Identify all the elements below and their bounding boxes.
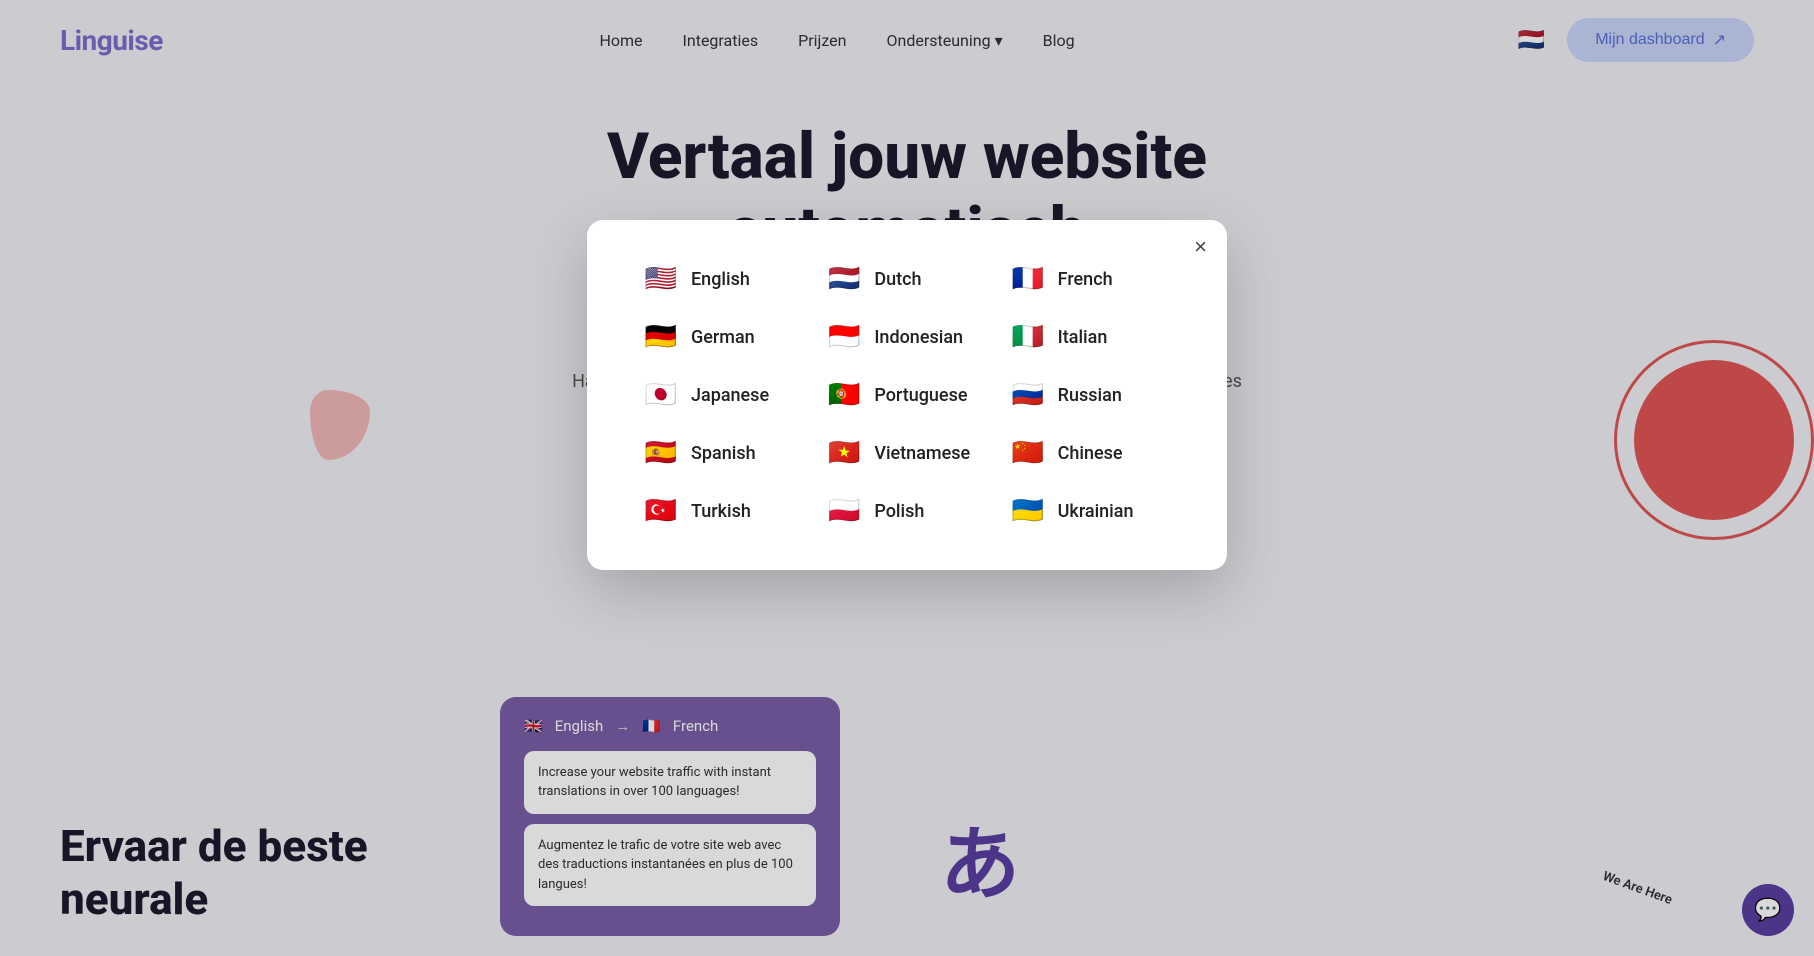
close-button[interactable]: × [1194, 236, 1207, 258]
dutch-label: Dutch [874, 269, 921, 290]
polish-label: Polish [874, 501, 924, 522]
chinese-flag: 🇨🇳 [1010, 438, 1046, 468]
spanish-label: Spanish [691, 443, 756, 464]
lang-item-spanish[interactable]: 🇪🇸 Spanish [637, 434, 810, 472]
english-flag: 🇺🇸 [643, 264, 679, 294]
lang-item-german[interactable]: 🇩🇪 German [637, 318, 810, 356]
german-label: German [691, 327, 755, 348]
turkish-label: Turkish [691, 501, 751, 522]
lang-item-russian[interactable]: 🇷🇺 Russian [1004, 376, 1177, 414]
ukrainian-flag: 🇺🇦 [1010, 496, 1046, 526]
lang-item-portuguese[interactable]: 🇵🇹 Portuguese [820, 376, 993, 414]
russian-label: Russian [1058, 385, 1122, 406]
portuguese-label: Portuguese [874, 385, 967, 406]
japanese-flag: 🇯🇵 [643, 380, 679, 410]
polish-flag: 🇵🇱 [826, 496, 862, 526]
lang-item-italian[interactable]: 🇮🇹 Italian [1004, 318, 1177, 356]
vietnamese-flag: 🇻🇳 [826, 438, 862, 468]
lang-item-dutch[interactable]: 🇳🇱 Dutch [820, 260, 993, 298]
lang-item-turkish[interactable]: 🇹🇷 Turkish [637, 492, 810, 530]
russian-flag: 🇷🇺 [1010, 380, 1046, 410]
lang-item-french[interactable]: 🇫🇷 French [1004, 260, 1177, 298]
german-flag: 🇩🇪 [643, 322, 679, 352]
english-label: English [691, 269, 750, 290]
portuguese-flag: 🇵🇹 [826, 380, 862, 410]
lang-item-english[interactable]: 🇺🇸 English [637, 260, 810, 298]
spanish-flag: 🇪🇸 [643, 438, 679, 468]
lang-item-polish[interactable]: 🇵🇱 Polish [820, 492, 993, 530]
italian-flag: 🇮🇹 [1010, 322, 1046, 352]
vietnamese-label: Vietnamese [874, 443, 970, 464]
japanese-label: Japanese [691, 385, 769, 406]
lang-item-vietnamese[interactable]: 🇻🇳 Vietnamese [820, 434, 993, 472]
indonesian-flag: 🇮🇩 [826, 322, 862, 352]
ukrainian-label: Ukrainian [1058, 501, 1134, 522]
lang-item-ukrainian[interactable]: 🇺🇦 Ukrainian [1004, 492, 1177, 530]
french-label: French [1058, 269, 1113, 290]
italian-label: Italian [1058, 327, 1108, 348]
lang-item-chinese[interactable]: 🇨🇳 Chinese [1004, 434, 1177, 472]
french-flag: 🇫🇷 [1010, 264, 1046, 294]
indonesian-label: Indonesian [874, 327, 963, 348]
lang-item-japanese[interactable]: 🇯🇵 Japanese [637, 376, 810, 414]
language-grid: 🇺🇸 English 🇳🇱 Dutch 🇫🇷 French 🇩🇪 German … [637, 260, 1177, 530]
chinese-label: Chinese [1058, 443, 1123, 464]
dutch-flag: 🇳🇱 [826, 264, 862, 294]
language-modal: × 🇺🇸 English 🇳🇱 Dutch 🇫🇷 French 🇩🇪 Germa… [587, 220, 1227, 570]
turkish-flag: 🇹🇷 [643, 496, 679, 526]
lang-item-indonesian[interactable]: 🇮🇩 Indonesian [820, 318, 993, 356]
